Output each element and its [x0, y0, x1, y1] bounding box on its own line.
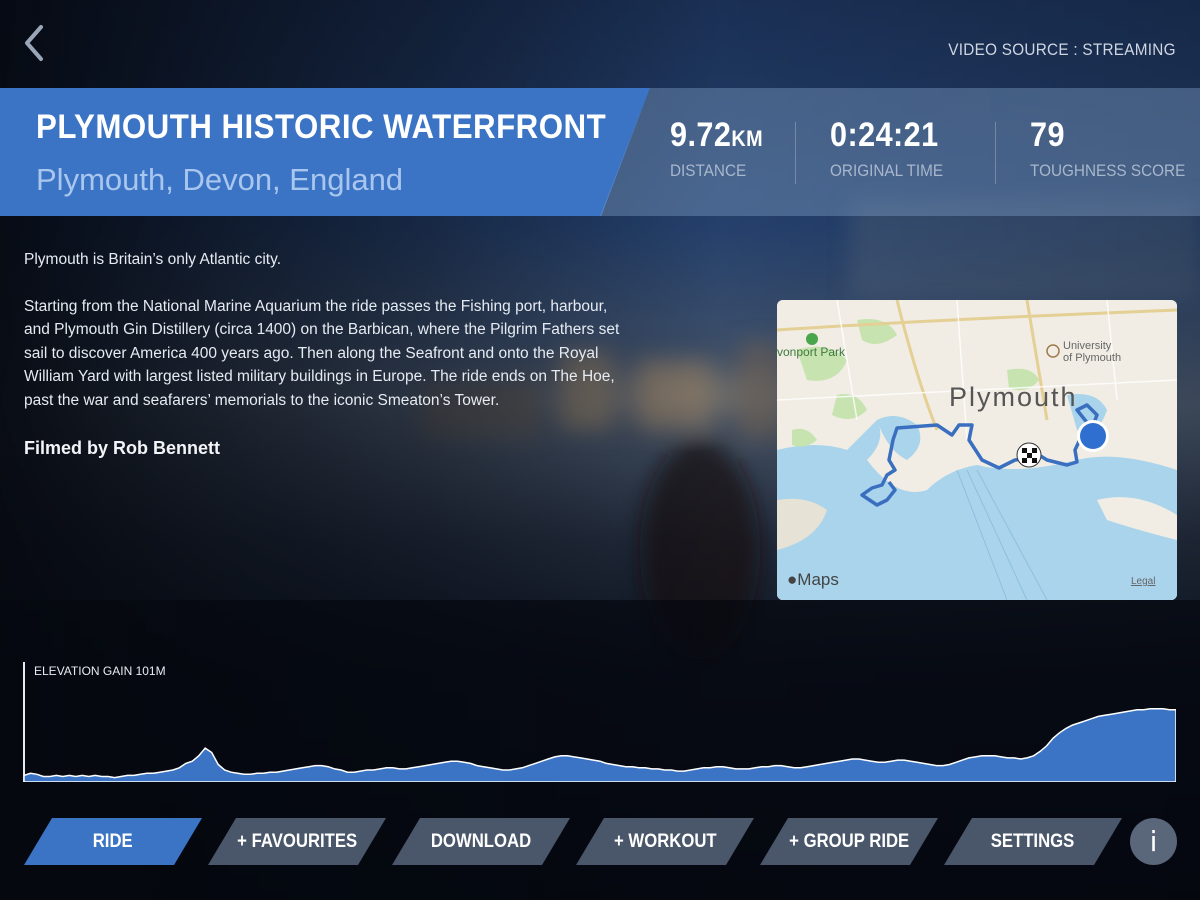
- video-source-label: VIDEO SOURCE : STREAMING: [948, 40, 1176, 59]
- map-university-label: University of Plymouth: [1063, 340, 1122, 364]
- distance-value: 9.72: [670, 116, 732, 154]
- group-ride-button[interactable]: + GROUP RIDE: [760, 818, 938, 865]
- original-time-label: ORIGINAL TIME: [830, 161, 944, 180]
- distance-label: DISTANCE: [670, 161, 747, 180]
- stat-divider: [995, 122, 996, 184]
- stat-original-time: 0:24:21 ORIGINAL TIME: [830, 116, 956, 181]
- elevation-profile: [24, 707, 1176, 782]
- route-title: PLYMOUTH HISTORIC WATERFRONT: [36, 108, 607, 146]
- ride-button[interactable]: RIDE: [24, 818, 202, 865]
- filmed-by: Filmed by Rob Bennett: [24, 438, 221, 458]
- original-time-value: 0:24:21: [830, 116, 939, 154]
- add-workout-button[interactable]: + WORKOUT: [576, 818, 754, 865]
- map-park-label: vonport Park: [777, 345, 846, 359]
- description-intro: Plymouth is Britain’s only Atlantic city…: [24, 251, 281, 268]
- info-button[interactable]: i: [1130, 818, 1177, 865]
- distance-unit: KM: [731, 126, 764, 151]
- info-icon: i: [1149, 825, 1158, 858]
- route-location: Plymouth, Devon, England: [36, 162, 404, 197]
- map-brand: ●Maps: [787, 570, 839, 589]
- stat-toughness: 79 TOUGHNESS SCORE: [1030, 116, 1200, 181]
- route-description: Plymouth is Britain’s only Atlantic city…: [24, 248, 624, 435]
- finish-flag-icon: [1016, 442, 1042, 468]
- toughness-label: TOUGHNESS SCORE: [1030, 161, 1186, 180]
- stat-distance: 9.72KM DISTANCE: [670, 116, 773, 181]
- toughness-value: 79: [1030, 116, 1065, 154]
- add-favourites-button[interactable]: + FAVOURITES: [208, 818, 386, 865]
- download-button[interactable]: DOWNLOAD: [392, 818, 570, 865]
- map-legal-link[interactable]: Legal: [1131, 576, 1155, 587]
- apple-logo-icon: ●: [787, 570, 798, 589]
- elevation-area: [24, 707, 1176, 782]
- chevron-left-icon: [25, 25, 43, 61]
- map-city-label: Plymouth: [949, 382, 1078, 412]
- elevation-gain-label: ELEVATION GAIN 101M: [34, 664, 166, 678]
- settings-button[interactable]: SETTINGS: [944, 818, 1122, 865]
- stat-divider: [795, 122, 796, 184]
- route-map[interactable]: vonport Park University of Plymouth Plym…: [777, 300, 1177, 600]
- back-button[interactable]: [14, 20, 54, 66]
- description-body: Starting from the National Marine Aquari…: [24, 297, 620, 409]
